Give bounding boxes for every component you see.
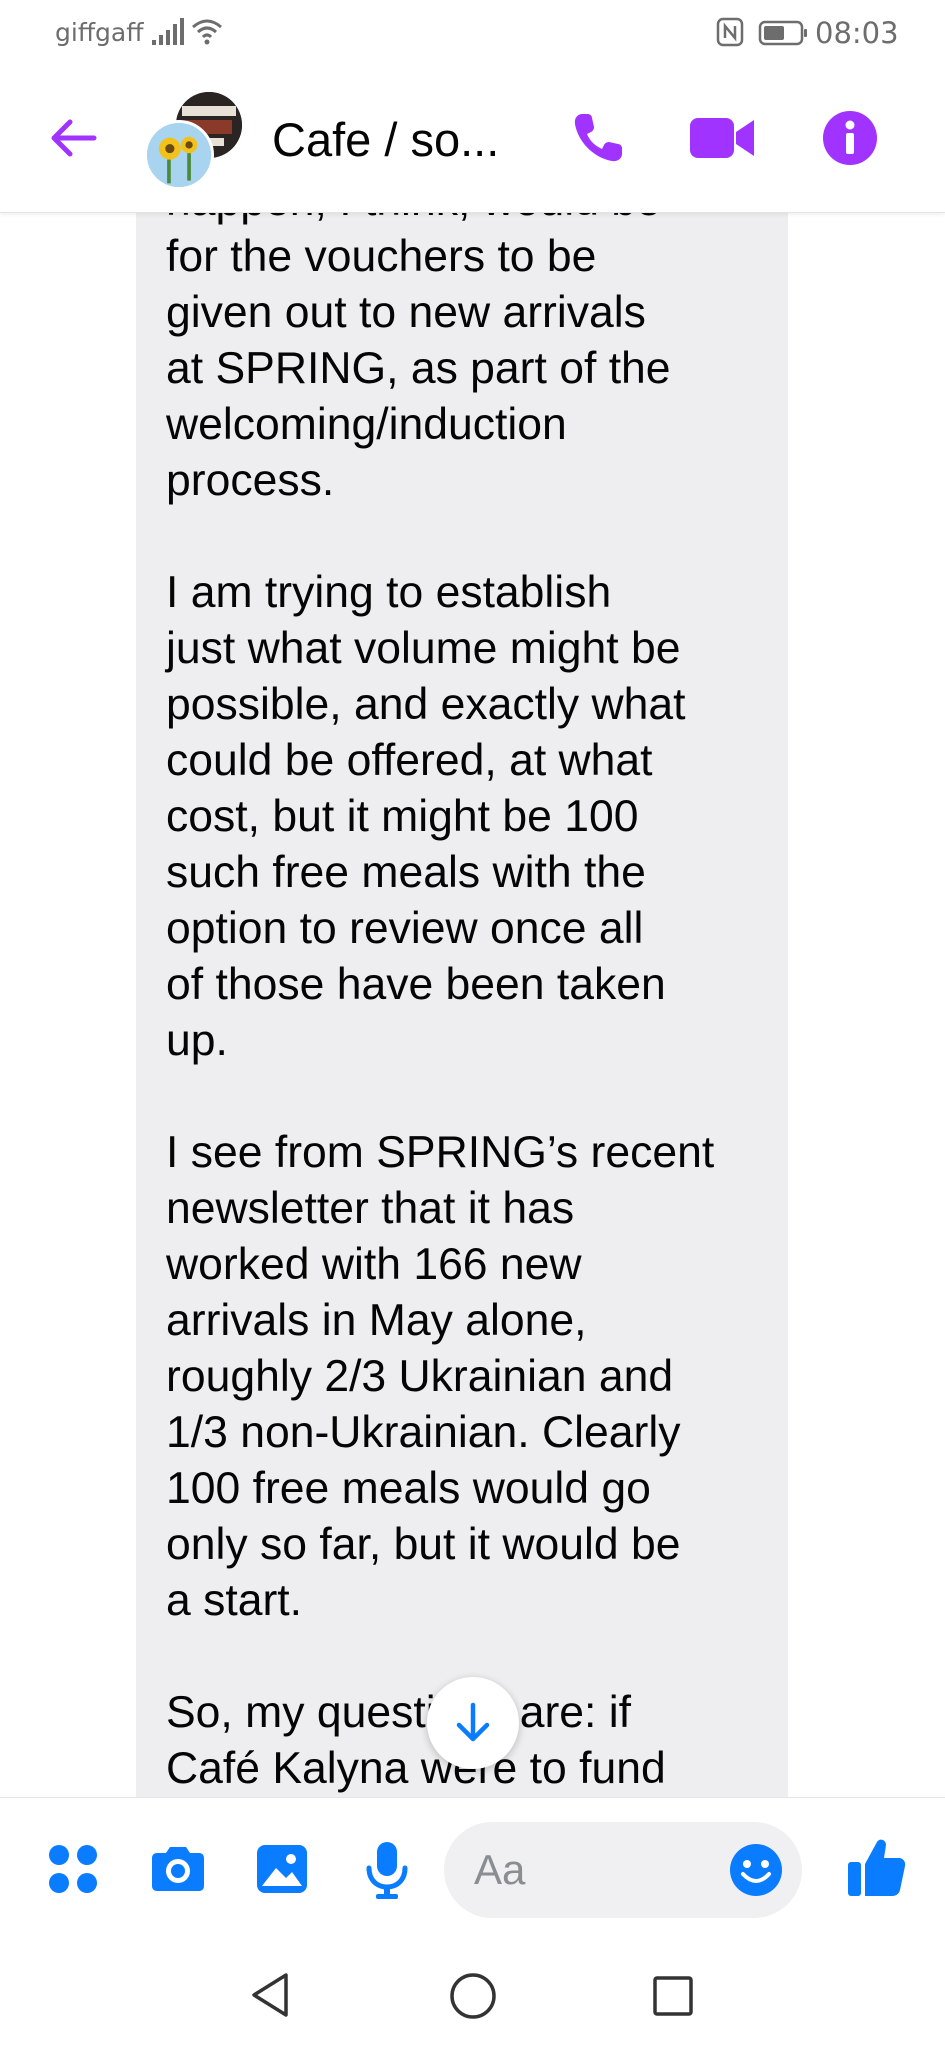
info-icon[interactable] <box>820 108 880 168</box>
message-line: I am trying to establish <box>166 568 612 617</box>
message-line: newsletter that it has <box>166 1184 575 1233</box>
message-line: arrivals in May alone, <box>166 1296 587 1345</box>
message-line: worked with 166 new <box>166 1240 582 1289</box>
message-paragraph: I am trying to establish just what volum… <box>166 565 758 1069</box>
wifi-icon <box>192 19 222 45</box>
arrow-down-icon <box>456 1702 490 1742</box>
camera-icon[interactable] <box>148 1844 208 1894</box>
gallery-icon[interactable] <box>254 1842 310 1896</box>
message-line: just what volume might be <box>166 624 681 673</box>
signal-strength-icon <box>152 18 184 45</box>
chat-header: Cafe / so... <box>0 68 945 213</box>
message-line: 1/3 non-Ukrainian. Clearly <box>166 1408 681 1457</box>
message-line: such free meals with the <box>166 848 646 897</box>
message-line: option to review once all <box>166 904 644 953</box>
message-line: a start. <box>166 1576 303 1625</box>
nav-back-icon[interactable] <box>246 1969 294 2021</box>
message-list[interactable]: happen, I think, would be for the vouche… <box>0 213 945 1797</box>
message-composer <box>0 1797 945 1947</box>
message-line: could be offered, at what <box>166 736 653 785</box>
thumbs-up-icon[interactable] <box>846 1836 906 1898</box>
back-arrow-icon[interactable] <box>44 110 100 166</box>
message-line: 100 free meals would go <box>166 1464 651 1513</box>
nav-recent-icon[interactable] <box>650 1973 696 2019</box>
message-line: given out to new arrivals <box>166 288 646 337</box>
message-paragraph: happen, I think, would be for the vouche… <box>166 213 758 509</box>
video-camera-icon[interactable] <box>688 110 756 166</box>
message-line: roughly 2/3 Ukrainian and <box>166 1352 674 1401</box>
message-line: welcoming/induction <box>166 400 567 449</box>
message-line: happen, I think, would be <box>166 213 758 229</box>
battery-icon <box>758 20 807 46</box>
status-bar: giffgaff 08:03 <box>0 0 945 68</box>
message-line: cost, but it might be 100 <box>166 792 639 841</box>
message-line: possible, and exactly what <box>166 680 686 729</box>
nav-home-icon[interactable] <box>448 1971 498 2021</box>
emoji-icon[interactable] <box>728 1842 784 1898</box>
message-line: up. <box>166 1016 228 1065</box>
phone-icon[interactable] <box>568 108 628 168</box>
scroll-to-bottom-button[interactable] <box>427 1677 519 1769</box>
message-line: process. <box>166 456 335 505</box>
carrier-name: giffgaff <box>55 18 144 47</box>
group-avatar[interactable] <box>144 120 214 190</box>
chat-title[interactable]: Cafe / so... <box>272 112 499 167</box>
message-line: of those have been taken <box>166 960 666 1009</box>
message-bubble[interactable]: happen, I think, would be for the vouche… <box>136 213 788 1797</box>
microphone-icon[interactable] <box>364 1840 410 1900</box>
system-navigation-bar <box>0 1947 945 2048</box>
message-line: I see from SPRING’s recent <box>166 1128 715 1177</box>
apps-grid-icon[interactable] <box>46 1842 100 1896</box>
message-paragraph: I see from SPRING’s recent newsletter th… <box>166 1125 758 1629</box>
message-line: at SPRING, as part of the <box>166 344 671 393</box>
message-line: for the vouchers to be <box>166 232 597 281</box>
clock: 08:03 <box>815 16 899 50</box>
message-line: only so far, but it would be <box>166 1520 681 1569</box>
nfc-icon <box>716 17 744 47</box>
